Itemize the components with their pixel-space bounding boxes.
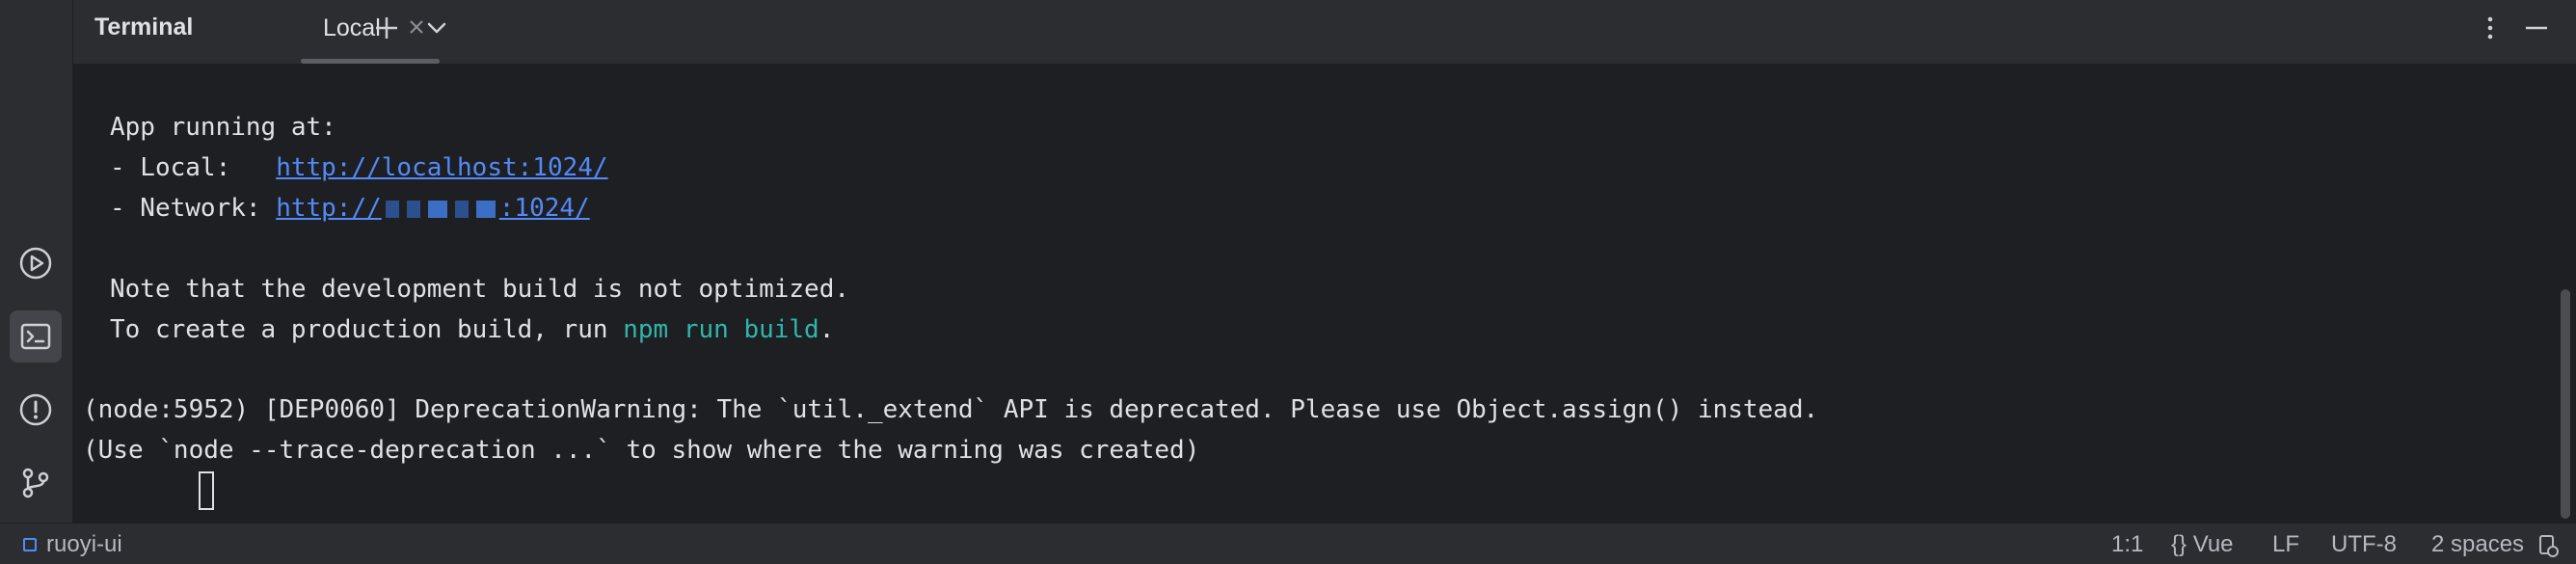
terminal-cursor: [199, 471, 214, 510]
redacted-block: [475, 200, 496, 218]
local-url-link[interactable]: http://localhost:1024/: [276, 153, 607, 182]
redacted-block: [406, 200, 420, 218]
terminal-line: Note that the development build is not o…: [110, 275, 850, 304]
project-icon: [23, 538, 37, 551]
problems-tool-button[interactable]: [10, 384, 62, 436]
vertical-scrollbar[interactable]: [2561, 289, 2570, 519]
line-ending[interactable]: LF: [2272, 531, 2299, 558]
redacted-block: [385, 200, 399, 218]
terminal-line: App running at:: [110, 113, 336, 142]
terminal-header: Terminal Local: [73, 0, 2576, 65]
indent-setting[interactable]: 2 spaces: [2431, 531, 2524, 558]
braces-icon: {}: [2171, 531, 2187, 557]
redacted-block: [427, 200, 447, 218]
redacted-block: [454, 200, 469, 218]
warning-circle-icon: [19, 393, 52, 426]
terminal-line: - Local: http://localhost:1024/: [110, 153, 608, 182]
caret-position[interactable]: 1:1: [2111, 531, 2143, 558]
git-branch-icon: [22, 468, 49, 498]
tab-local[interactable]: Local: [228, 0, 440, 64]
terminal-tool-button[interactable]: [10, 310, 62, 363]
network-url-link[interactable]: http://:1024/: [276, 194, 590, 223]
terminal-icon: [20, 323, 51, 350]
npm-command: npm run build: [623, 315, 819, 344]
more-options-icon[interactable]: [2476, 13, 2505, 42]
panel-title: Terminal: [94, 13, 194, 40]
active-tab-indicator: [301, 59, 440, 64]
terminal-line: (node:5952) [DEP0060] DeprecationWarning…: [83, 395, 1819, 424]
status-bar: ruoyi-ui 1:1 {} Vue LF UTF-8 2 spaces: [0, 523, 2576, 564]
terminal-line: - Network: http://:1024/: [110, 194, 590, 223]
settings-icon[interactable]: [2536, 533, 2561, 558]
file-type[interactable]: {} Vue: [2171, 531, 2234, 558]
add-icon[interactable]: [372, 13, 401, 42]
file-encoding[interactable]: UTF-8: [2331, 531, 2397, 558]
minimize-icon[interactable]: [2522, 13, 2551, 42]
tool-window-strip: [0, 0, 73, 523]
terminal-output[interactable]: App running at: - Local: http://localhos…: [73, 65, 2576, 523]
terminal-line: To create a production build, run npm ru…: [110, 315, 835, 344]
run-services-button[interactable]: [10, 237, 62, 289]
project-name[interactable]: ruoyi-ui: [46, 531, 122, 558]
terminal-line: (Use `node --trace-deprecation ...` to s…: [83, 436, 1200, 465]
chevron-down-icon[interactable]: [422, 13, 451, 42]
play-circle-icon: [19, 247, 52, 280]
git-tool-button[interactable]: [10, 457, 62, 509]
